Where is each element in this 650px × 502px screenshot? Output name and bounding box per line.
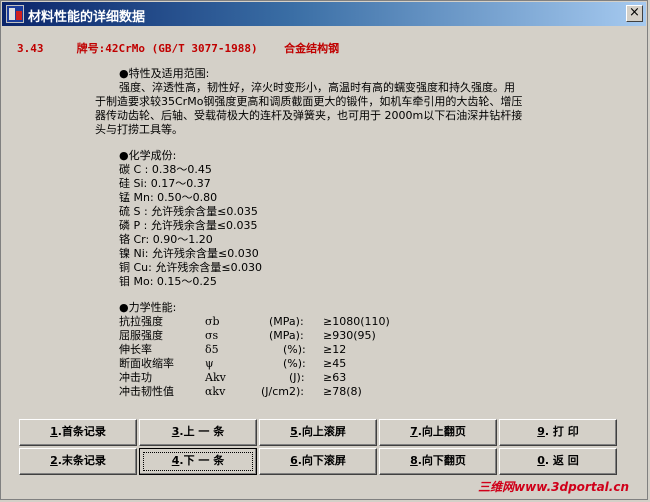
usage-line: 头与打捞工具等。 bbox=[95, 123, 183, 136]
usage-line: 器传动齿轮、后轴、受载荷极大的连杆及弹簧夹，也可用于 2000m以下石油深井钻杆… bbox=[95, 109, 523, 122]
mechanics-row: 伸长率 δ5 (%): ≥12 bbox=[119, 343, 559, 357]
property-unit: (%): bbox=[283, 343, 306, 356]
property-unit: (%): bbox=[283, 357, 306, 370]
mechanics-row: 抗拉强度 σb (MPa): ≥1080(110) bbox=[119, 315, 559, 329]
prev-record-button[interactable]: 3.上 一 条 bbox=[139, 419, 257, 446]
prev-record-label: .上 一 条 bbox=[179, 425, 225, 438]
site-watermark: 三维网www.3dportal.cn bbox=[478, 480, 629, 494]
record-grade: 牌号:42CrMo (GB/T 3077-1988) bbox=[76, 42, 258, 55]
property-symbol: δ5 bbox=[205, 343, 219, 356]
print-hotkey: 9 bbox=[537, 425, 545, 438]
print-button[interactable]: 9. 打 印 bbox=[499, 419, 617, 446]
property-value: ≥63 bbox=[323, 371, 347, 384]
chemistry-row: 铜 Cu: 允许残余含量≤0.030 bbox=[119, 261, 263, 274]
detail-window: 材料性能的详细数据 × 3.43 牌号:42CrMo (GB/T 3077-19… bbox=[0, 0, 648, 500]
scroll-down-hotkey: 6 bbox=[290, 454, 298, 467]
property-name: 断面收缩率 bbox=[119, 357, 174, 370]
usage-line: 于制造要求较35CrMo钢强度更高和调质截面更大的锻件，如机车牵引用的大齿轮、增… bbox=[95, 95, 523, 108]
app-icon bbox=[6, 5, 24, 23]
last-record-hotkey: 2 bbox=[50, 454, 58, 467]
usage-heading: ●特性及适用范围: bbox=[119, 67, 210, 80]
record-index: 3.43 bbox=[17, 42, 44, 55]
record-category: 合金结构钢 bbox=[284, 42, 340, 55]
page-down-button[interactable]: 8.向下翻页 bbox=[379, 448, 497, 475]
property-unit: (MPa): bbox=[269, 329, 304, 342]
mechanics-row: 屈服强度 σs (MPa): ≥930(95) bbox=[119, 329, 559, 343]
record-headline: 3.43 牌号:42CrMo (GB/T 3077-1988) 合金结构钢 bbox=[17, 40, 339, 56]
property-unit: (J): bbox=[289, 371, 305, 384]
property-name: 冲击功 bbox=[119, 371, 152, 384]
chemistry-heading: ●化学成份: bbox=[119, 149, 177, 162]
mechanics-row: 断面收缩率 ψ (%): ≥45 bbox=[119, 357, 559, 371]
chemistry-row: 硅 Si: 0.17～0.37 bbox=[119, 177, 211, 190]
chemistry-row: 镍 Ni: 允许残余含量≤0.030 bbox=[119, 247, 259, 260]
property-value: ≥78(8) bbox=[323, 385, 362, 398]
chemistry-row: 钼 Mo: 0.15～0.25 bbox=[119, 275, 217, 288]
scroll-up-button[interactable]: 5.向上滚屏 bbox=[259, 419, 377, 446]
property-symbol: σs bbox=[205, 329, 219, 342]
property-symbol: σb bbox=[205, 315, 220, 328]
property-unit: (J/cm2): bbox=[261, 385, 305, 398]
mechanics-row: 冲击功 Akv (J): ≥63 bbox=[119, 371, 559, 385]
back-button[interactable]: 0. 返 回 bbox=[499, 448, 617, 475]
property-unit: (MPa): bbox=[269, 315, 304, 328]
page-up-label: .向上翻页 bbox=[417, 425, 466, 438]
property-value: ≥930(95) bbox=[323, 329, 376, 342]
property-symbol: ψ bbox=[205, 357, 214, 370]
chemistry-row: 碳 C : 0.38～0.45 bbox=[119, 163, 212, 176]
property-value: ≥45 bbox=[323, 357, 347, 370]
back-hotkey: 0 bbox=[537, 454, 545, 467]
first-record-button[interactable]: 1.首条记录 bbox=[19, 419, 137, 446]
page-up-hotkey: 7 bbox=[410, 425, 418, 438]
chemistry-row: 铬 Cr: 0.90～1.20 bbox=[119, 233, 213, 246]
property-name: 屈服强度 bbox=[119, 329, 163, 342]
chemistry-row: 硫 S : 允许残余含量≤0.035 bbox=[119, 205, 258, 218]
print-label: . 打 印 bbox=[544, 425, 579, 438]
scroll-up-hotkey: 5 bbox=[290, 425, 298, 438]
property-symbol: αkv bbox=[205, 385, 226, 398]
first-record-label: .首条记录 bbox=[57, 425, 106, 438]
last-record-label: .末条记录 bbox=[57, 454, 106, 467]
mechanics-row: 冲击韧性值 αkv (J/cm2): ≥78(8) bbox=[119, 385, 559, 399]
page-down-hotkey: 8 bbox=[410, 454, 418, 467]
detail-content: ●特性及适用范围: 强度、淬透性高，韧性好，淬火时变形小，高温时有高的蠕变强度和… bbox=[95, 67, 559, 399]
first-record-hotkey: 1 bbox=[50, 425, 58, 438]
property-name: 冲击韧性值 bbox=[119, 385, 174, 398]
usage-line: 强度、淬透性高，韧性好，淬火时变形小，高温时有高的蠕变强度和持久强度。用 bbox=[119, 81, 515, 94]
title-bar[interactable]: 材料性能的详细数据 × bbox=[2, 2, 646, 26]
scroll-up-label: .向上滚屏 bbox=[297, 425, 346, 438]
page-up-button[interactable]: 7.向上翻页 bbox=[379, 419, 497, 446]
last-record-button[interactable]: 2.末条记录 bbox=[19, 448, 137, 475]
window-title: 材料性能的详细数据 bbox=[28, 10, 146, 25]
scroll-down-label: .向下滚屏 bbox=[297, 454, 346, 467]
page-down-label: .向下翻页 bbox=[417, 454, 466, 467]
chemistry-row: 磷 P : 允许残余含量≤0.035 bbox=[119, 219, 258, 232]
next-record-button[interactable]: 4.下 一 条 bbox=[139, 448, 257, 475]
next-record-label: .下 一 条 bbox=[179, 454, 225, 467]
close-icon: × bbox=[629, 5, 640, 20]
property-name: 抗拉强度 bbox=[119, 315, 163, 328]
property-value: ≥1080(110) bbox=[323, 315, 390, 328]
close-button[interactable]: × bbox=[626, 5, 643, 22]
mechanics-heading: ●力学性能: bbox=[119, 301, 177, 314]
scroll-down-button[interactable]: 6.向下滚屏 bbox=[259, 448, 377, 475]
property-name: 伸长率 bbox=[119, 343, 152, 356]
property-symbol: Akv bbox=[205, 371, 226, 384]
chemistry-row: 锰 Mn: 0.50～0.80 bbox=[119, 191, 218, 204]
back-label: . 返 回 bbox=[544, 454, 579, 467]
property-value: ≥12 bbox=[323, 343, 347, 356]
